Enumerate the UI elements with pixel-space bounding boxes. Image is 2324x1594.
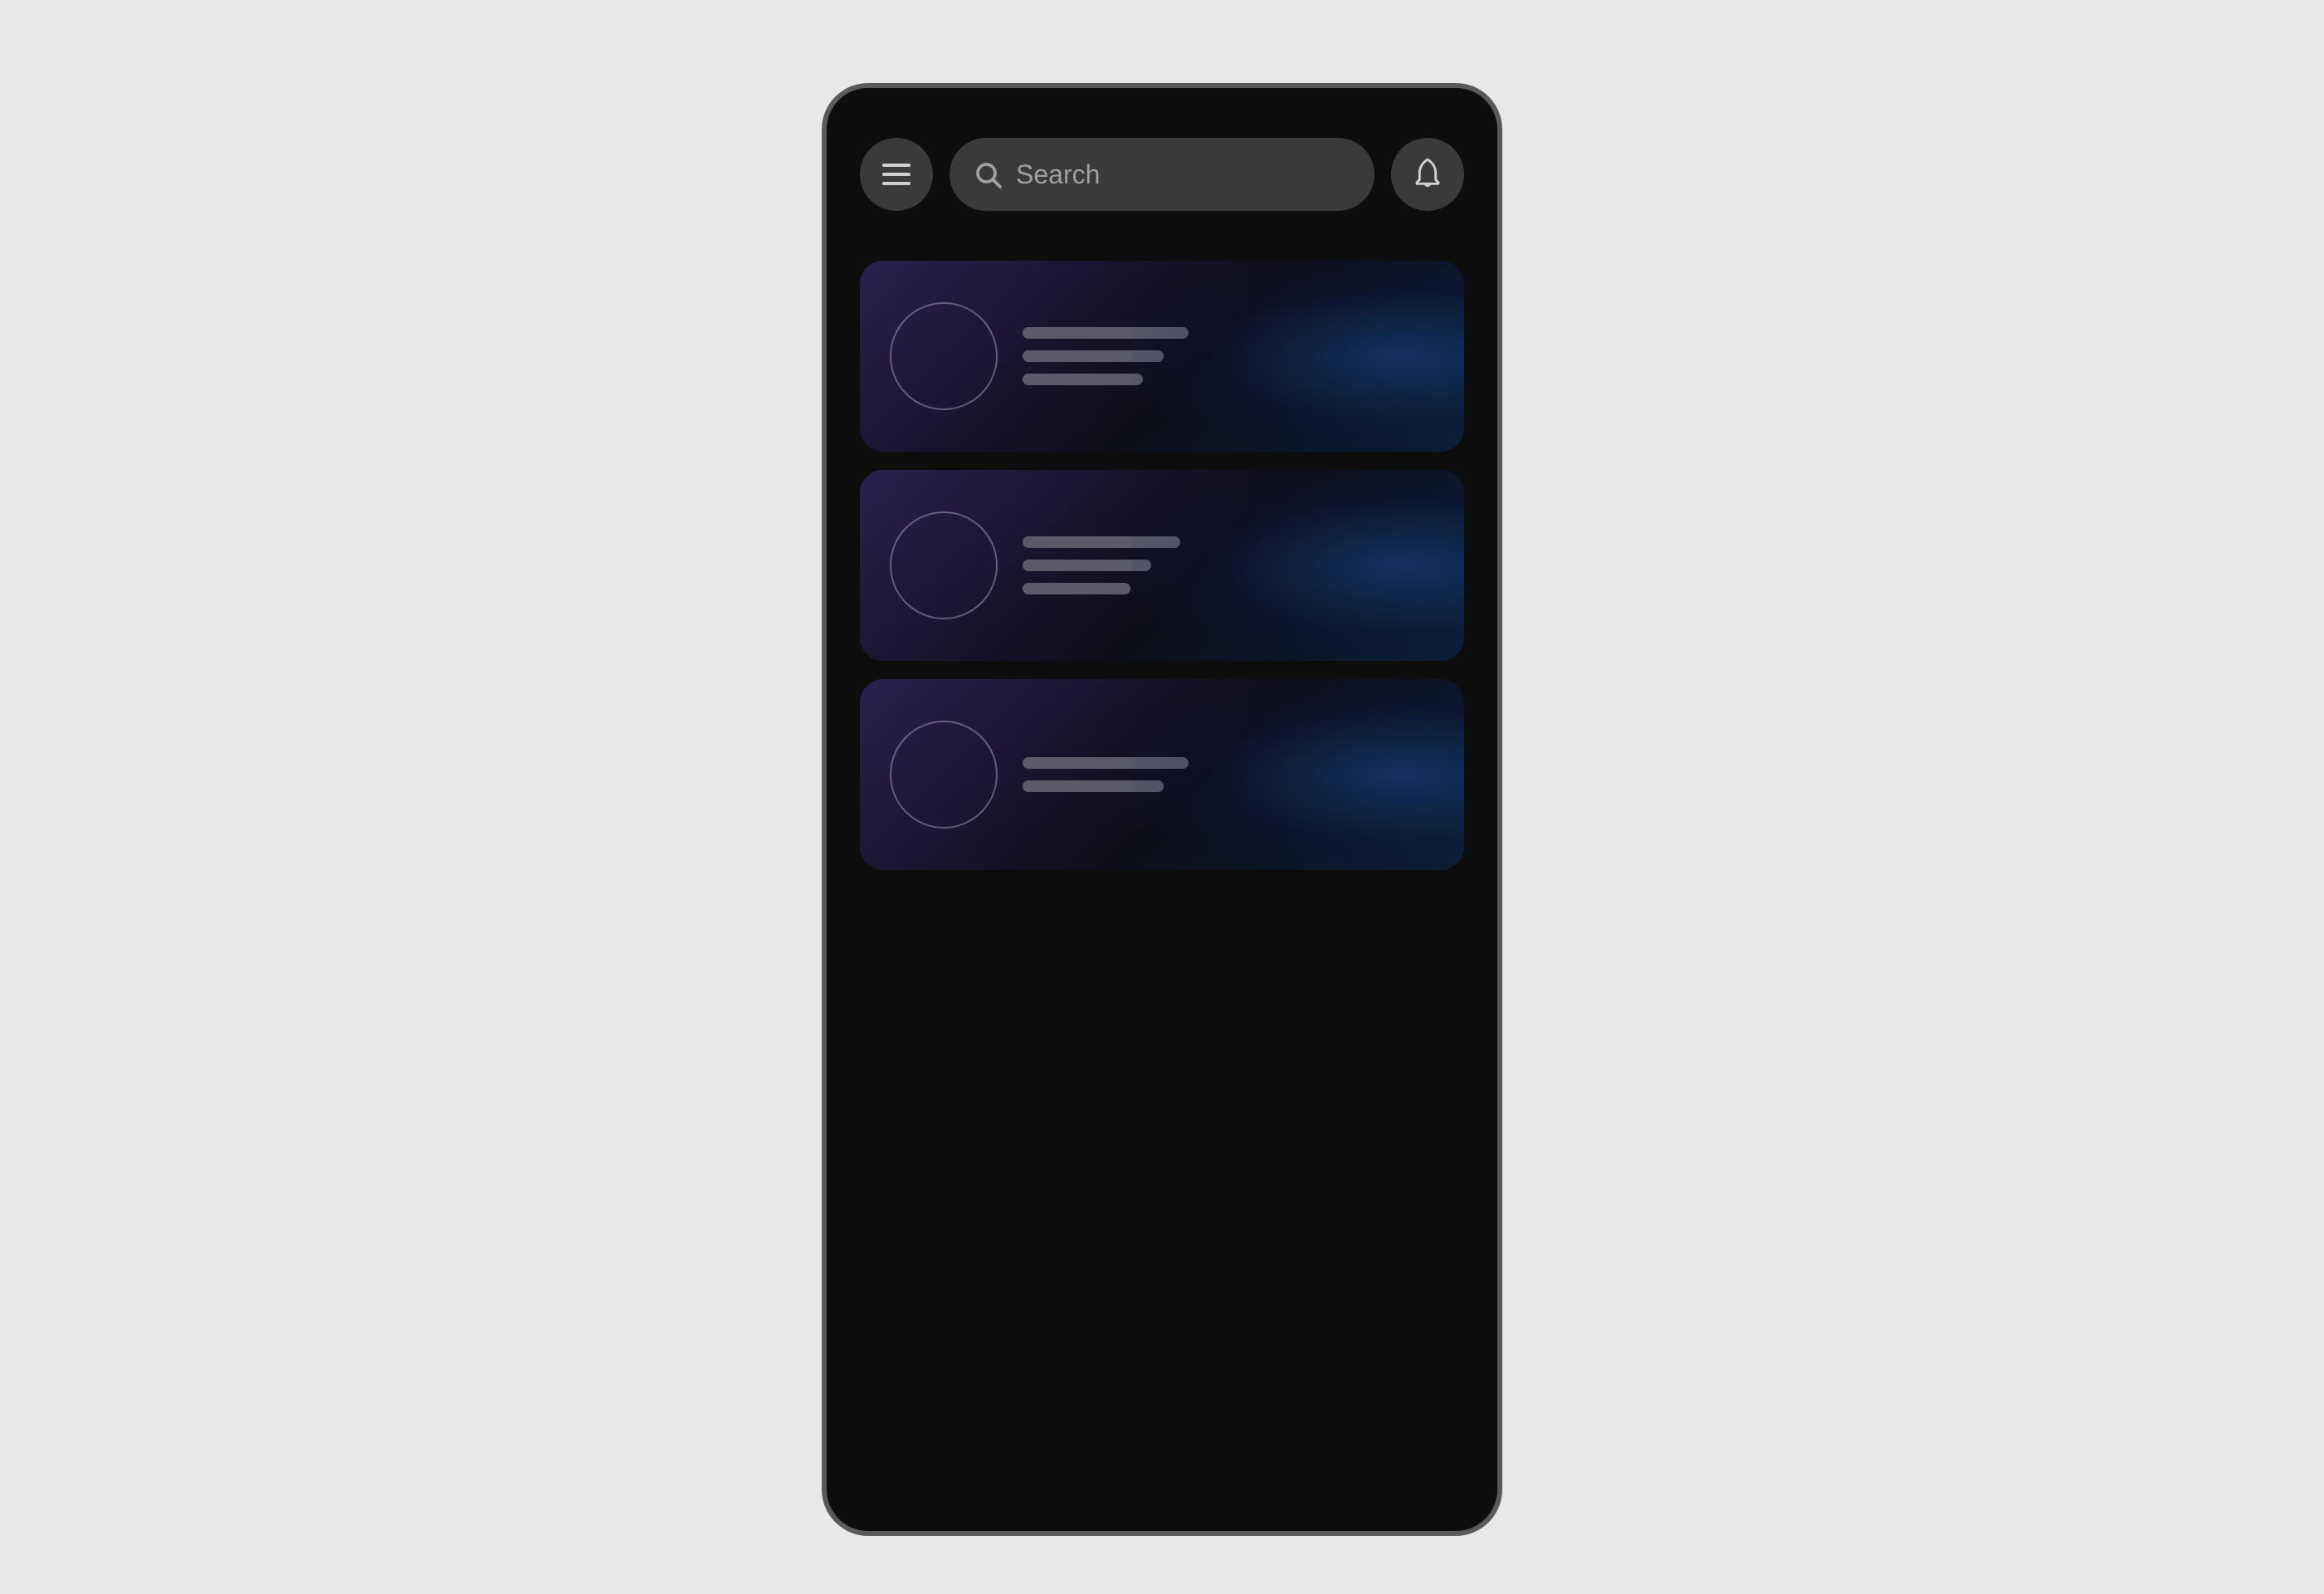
card-line-2: [1023, 780, 1164, 792]
device-screen: Search: [827, 88, 1497, 1531]
device-frame: Search: [822, 83, 1502, 1536]
device-wrapper: Search: [722, 0, 1602, 1594]
card-line-3: [1023, 374, 1143, 385]
card-line-2: [1023, 350, 1164, 362]
search-placeholder-text: Search: [1016, 159, 1100, 190]
card-line-2: [1023, 560, 1151, 571]
header: Search: [827, 88, 1497, 236]
list-item[interactable]: [860, 261, 1464, 452]
card-line-1: [1023, 536, 1180, 548]
card-line-3: [1023, 583, 1130, 594]
notification-button[interactable]: [1391, 138, 1464, 211]
card-text-lines: [1023, 327, 1189, 385]
card-line-1: [1023, 757, 1189, 769]
search-icon: [973, 159, 1003, 189]
list-item[interactable]: [860, 679, 1464, 870]
search-bar[interactable]: Search: [950, 138, 1374, 211]
card-text-lines: [1023, 536, 1180, 594]
bell-icon: [1411, 157, 1444, 192]
avatar: [890, 721, 998, 829]
avatar: [890, 511, 998, 619]
hamburger-icon: [882, 164, 911, 185]
content-list: [827, 236, 1497, 870]
card-text-lines: [1023, 757, 1189, 792]
list-item[interactable]: [860, 470, 1464, 661]
menu-button[interactable]: [860, 138, 933, 211]
avatar: [890, 302, 998, 410]
card-line-1: [1023, 327, 1189, 339]
